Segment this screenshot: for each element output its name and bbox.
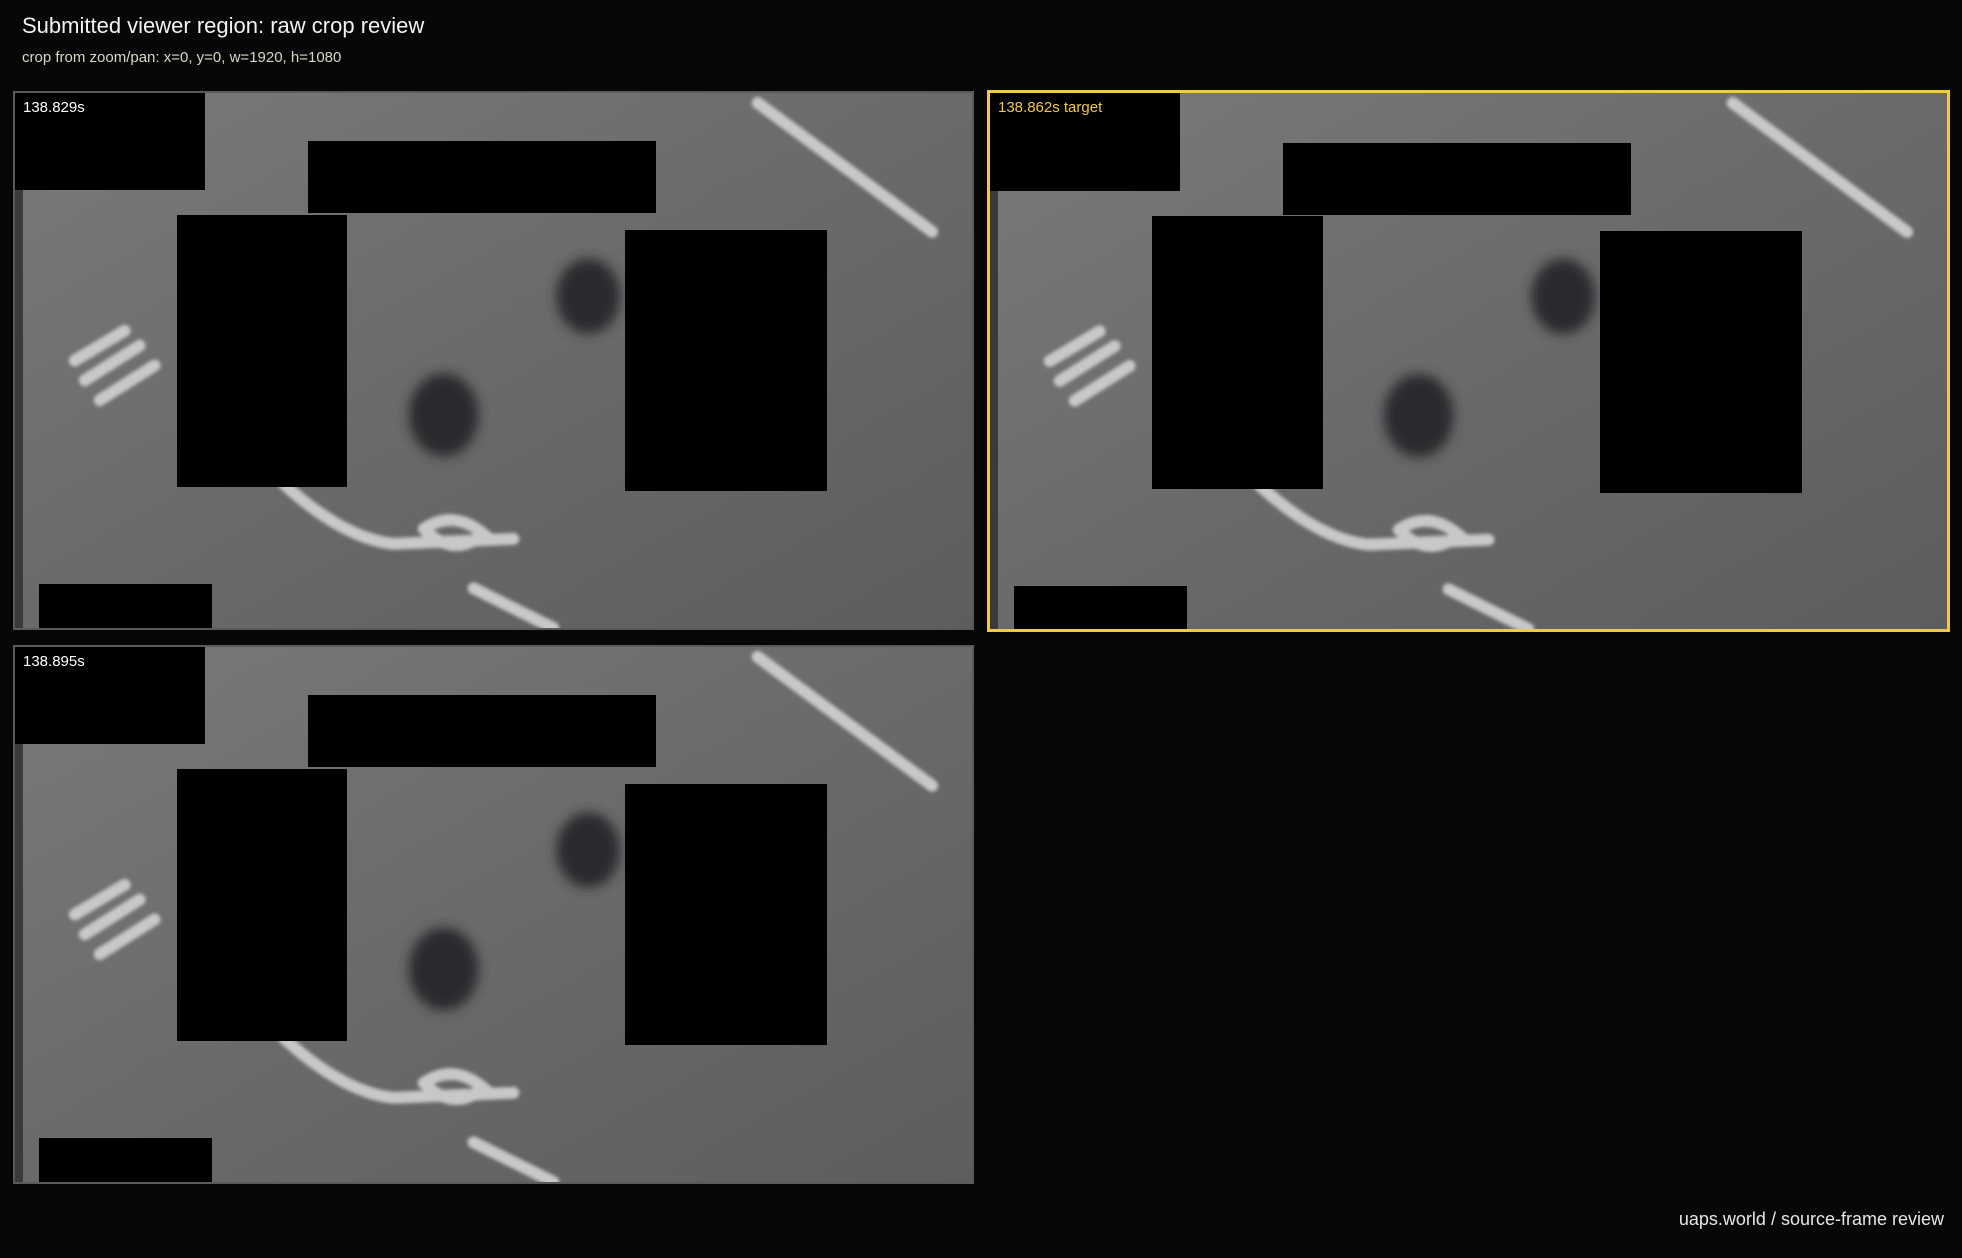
footer-credit: uaps.world / source-frame review xyxy=(1678,1209,1944,1229)
redaction-block xyxy=(39,1138,212,1182)
frame-timestamp: 138.862s target xyxy=(996,97,1105,118)
page-title: Submitted viewer region: raw crop review xyxy=(22,13,425,38)
crop-info: crop from zoom/pan: x=0, y=0, w=1920, h=… xyxy=(22,49,342,66)
frame-timestamp: 138.895s xyxy=(21,651,87,672)
frame-panel-3[interactable]: 138.895s xyxy=(13,645,974,1184)
redaction-block xyxy=(1283,143,1631,215)
redaction-block xyxy=(625,230,827,491)
redaction-block xyxy=(177,215,347,487)
redaction-block xyxy=(308,141,656,213)
redaction-block xyxy=(39,584,212,628)
redaction-block xyxy=(625,784,827,1045)
frame-timestamp: 138.829s xyxy=(21,97,87,118)
redaction-block xyxy=(308,695,656,767)
redaction-block xyxy=(1600,231,1802,493)
frame-panel-2[interactable]: 138.862s target xyxy=(987,90,1950,632)
redaction-block xyxy=(177,769,347,1041)
redaction-block xyxy=(1152,216,1323,489)
redaction-block xyxy=(1014,586,1187,629)
frame-panel-1[interactable]: 138.829s xyxy=(13,91,974,630)
